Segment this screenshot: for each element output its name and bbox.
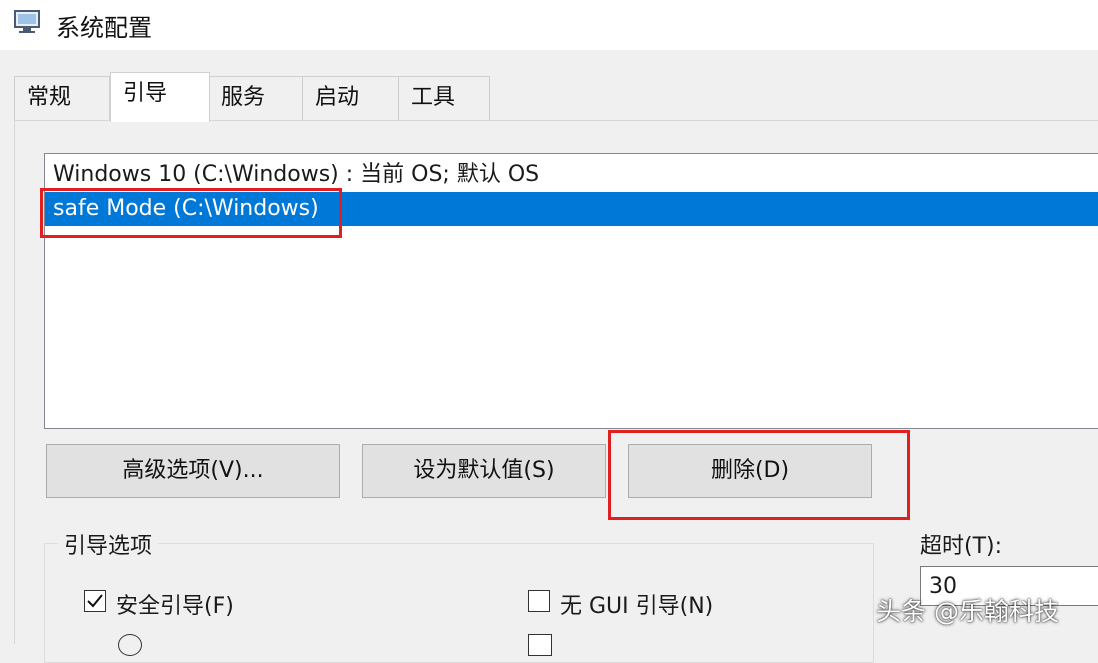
boot-log-checkbox[interactable]: [528, 634, 552, 656]
window-title: 系统配置: [56, 14, 152, 42]
tab-general[interactable]: 常规: [14, 76, 110, 120]
no-gui-boot-label: 无 GUI 引导(N): [560, 594, 714, 619]
minimal-radio-button[interactable]: [118, 634, 142, 656]
safe-boot-checkbox[interactable]: [84, 590, 106, 612]
safe-boot-label: 安全引导(F): [116, 594, 234, 619]
watermark-text: 头条 @乐翰科技: [876, 597, 1059, 626]
system-config-icon: [14, 10, 40, 33]
tab-boot[interactable]: 引导: [110, 72, 210, 122]
tab-services[interactable]: 服务: [208, 76, 304, 120]
boot-entries-list[interactable]: Windows 10 (C:\Windows) : 当前 OS; 默认 OS s…: [44, 153, 1098, 429]
boot-entry-safe-mode[interactable]: safe Mode (C:\Windows): [45, 192, 1098, 226]
delete-button[interactable]: 删除(D): [628, 444, 872, 498]
title-bar: [0, 0, 1098, 50]
no-gui-boot-checkbox[interactable]: [528, 590, 550, 612]
tab-startup[interactable]: 启动: [302, 76, 400, 120]
tab-tools[interactable]: 工具: [398, 76, 490, 120]
set-default-button[interactable]: 设为默认值(S): [362, 444, 606, 498]
checkmark-icon: [87, 594, 103, 608]
timeout-label: 超时(T):: [920, 534, 1003, 559]
boot-options-legend: 引导选项: [58, 528, 159, 560]
boot-entry-windows10[interactable]: Windows 10 (C:\Windows) : 当前 OS; 默认 OS: [45, 158, 1098, 192]
advanced-options-button[interactable]: 高级选项(V)...: [46, 444, 340, 498]
